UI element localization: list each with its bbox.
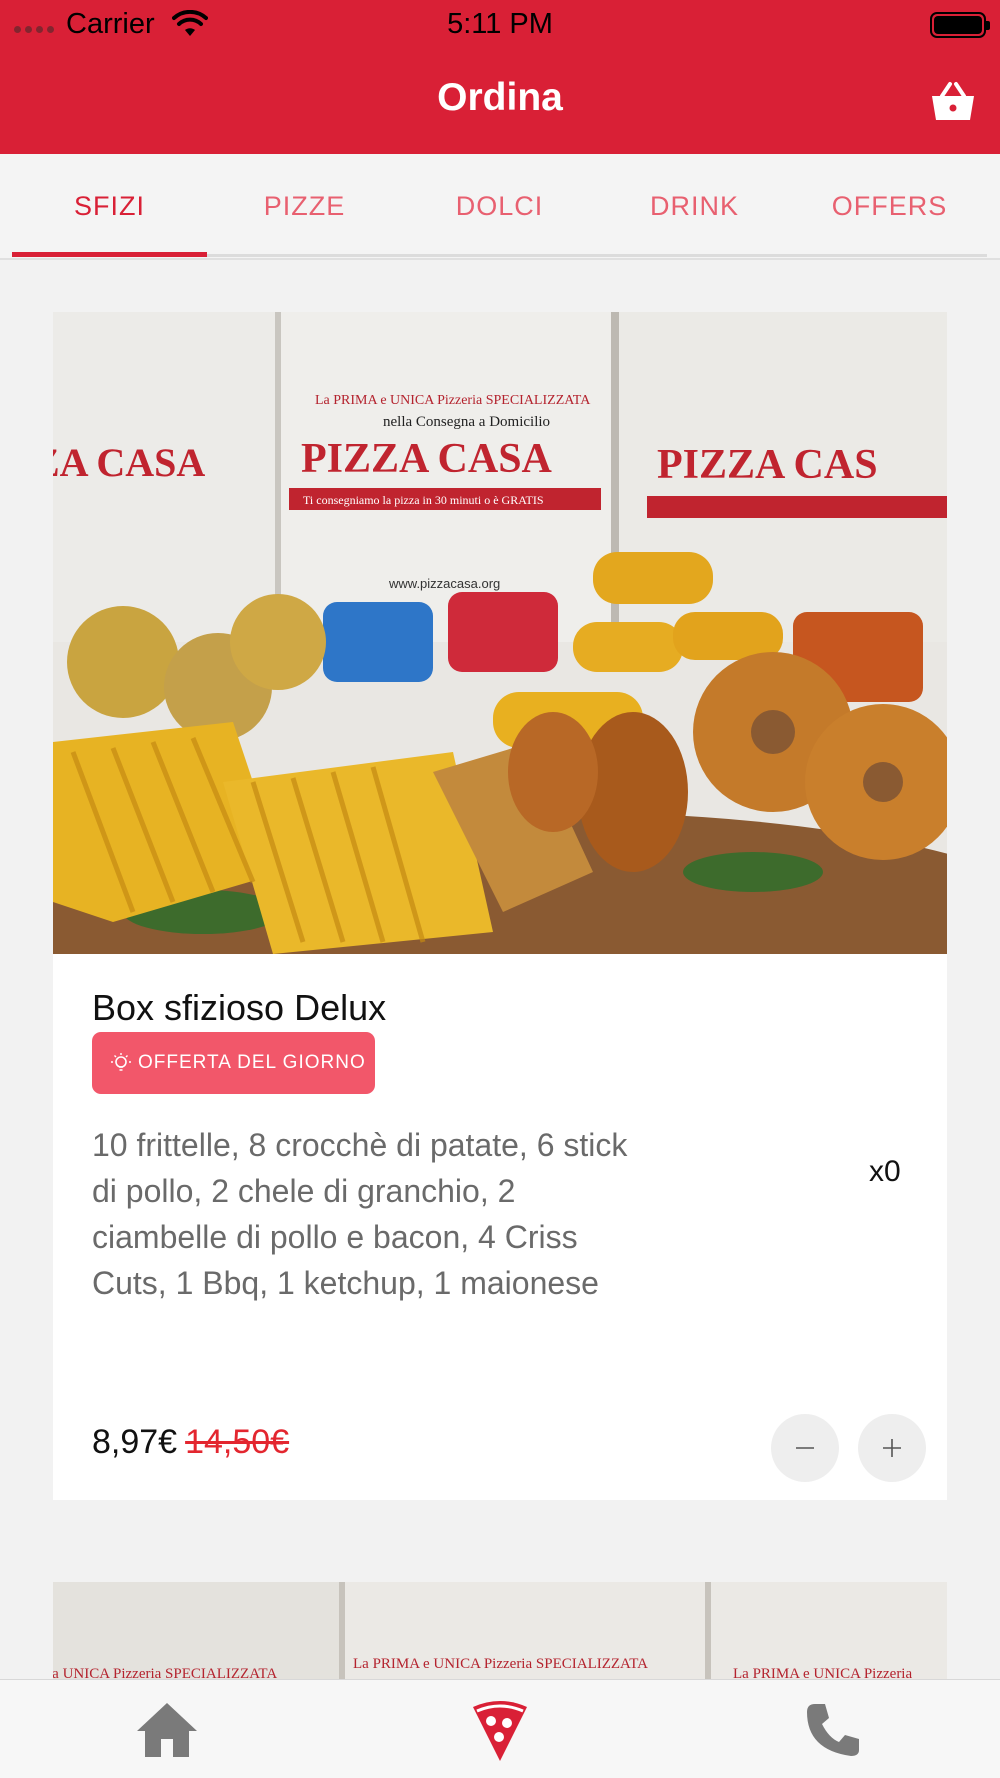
svg-text:La PRIMA e UNICA Pizzeria: La PRIMA e UNICA Pizzeria	[733, 1666, 912, 1680]
app-header: Carrier 5:11 PM Ordina	[0, 0, 1000, 154]
nav-order[interactable]	[445, 1680, 555, 1778]
box-line1: La PRIMA e UNICA Pizzeria SPECIALIZZATA	[315, 393, 591, 408]
svg-text:PIZZA CAS: PIZZA CAS	[657, 442, 878, 488]
home-icon	[137, 1702, 197, 1757]
tab-sfizi[interactable]: SFIZI	[12, 154, 207, 258]
plus-icon	[883, 1439, 901, 1457]
minus-icon	[796, 1447, 814, 1449]
tab-dolci[interactable]: DOLCI	[402, 154, 597, 258]
product-name: Box sfizioso Delux	[92, 987, 387, 1028]
clock: 5:11 PM	[447, 8, 553, 40]
bottom-tab-bar	[0, 1679, 1000, 1778]
nav-home[interactable]	[112, 1680, 222, 1778]
svg-text:La UNICA Pizzeria SPECIALIZZAT: La UNICA Pizzeria SPECIALIZZATA	[53, 1666, 277, 1680]
phone-icon	[807, 1703, 859, 1756]
offer-badge-label: OFFERTA DEL GIORNO	[138, 1052, 366, 1073]
nav-call[interactable]	[778, 1680, 888, 1778]
tab-drink[interactable]: DRINK	[597, 154, 792, 258]
svg-text:ZA CASA: ZA CASA	[53, 440, 205, 485]
box-line2: nella Consegna a Domicilio	[383, 414, 550, 430]
status-bar: Carrier 5:11 PM	[0, 0, 1000, 50]
next-product-card[interactable]: La UNICA Pizzeria SPECIALIZZATA La PRIMA…	[53, 1582, 947, 1680]
increase-quantity-button[interactable]	[858, 1414, 926, 1482]
tab-pizze[interactable]: PIZZE	[207, 154, 402, 258]
product-image: La PRIMA e UNICA Pizzeria SPECIALIZZATA …	[53, 312, 947, 954]
box-tagline: Ti consegniamo la pizza in 30 minuti o è…	[303, 493, 544, 507]
decrease-quantity-button[interactable]	[771, 1414, 839, 1482]
offer-badge: OFFERTA DEL GIORNO	[92, 1032, 375, 1094]
battery-icon	[930, 12, 990, 38]
product-card[interactable]: La PRIMA e UNICA Pizzeria SPECIALIZZATA …	[53, 312, 947, 1500]
box-url: www.pizzacasa.org	[388, 576, 500, 591]
category-tabs: SFIZI PIZZE DOLCI DRINK OFFERS	[0, 154, 1000, 260]
quantity-label: x0	[869, 1155, 901, 1188]
lightbulb-icon	[111, 1053, 131, 1071]
basket-icon[interactable]	[930, 80, 976, 122]
page-title: Ordina	[437, 76, 563, 119]
product-description: 10 frittelle, 8 crocchè di patate, 6 sti…	[92, 1127, 628, 1301]
svg-text:La PRIMA e UNICA Pizzeria SPEC: La PRIMA e UNICA Pizzeria SPECIALIZZATA	[353, 1656, 648, 1672]
tabs-divider	[207, 254, 987, 257]
box-brand: PIZZA CASA	[301, 436, 553, 482]
active-tab-indicator	[12, 252, 207, 257]
pizza-slice-icon	[473, 1700, 527, 1761]
old-price: 14,50€	[185, 1423, 290, 1461]
current-price: 8,97€	[92, 1423, 178, 1461]
next-product-image: La UNICA Pizzeria SPECIALIZZATA La PRIMA…	[53, 1582, 947, 1680]
product-photo: La PRIMA e UNICA Pizzeria SPECIALIZZATA …	[53, 312, 947, 954]
tab-offers[interactable]: OFFERS	[792, 154, 987, 258]
price: 8,97€ 14,50€	[92, 1423, 289, 1462]
